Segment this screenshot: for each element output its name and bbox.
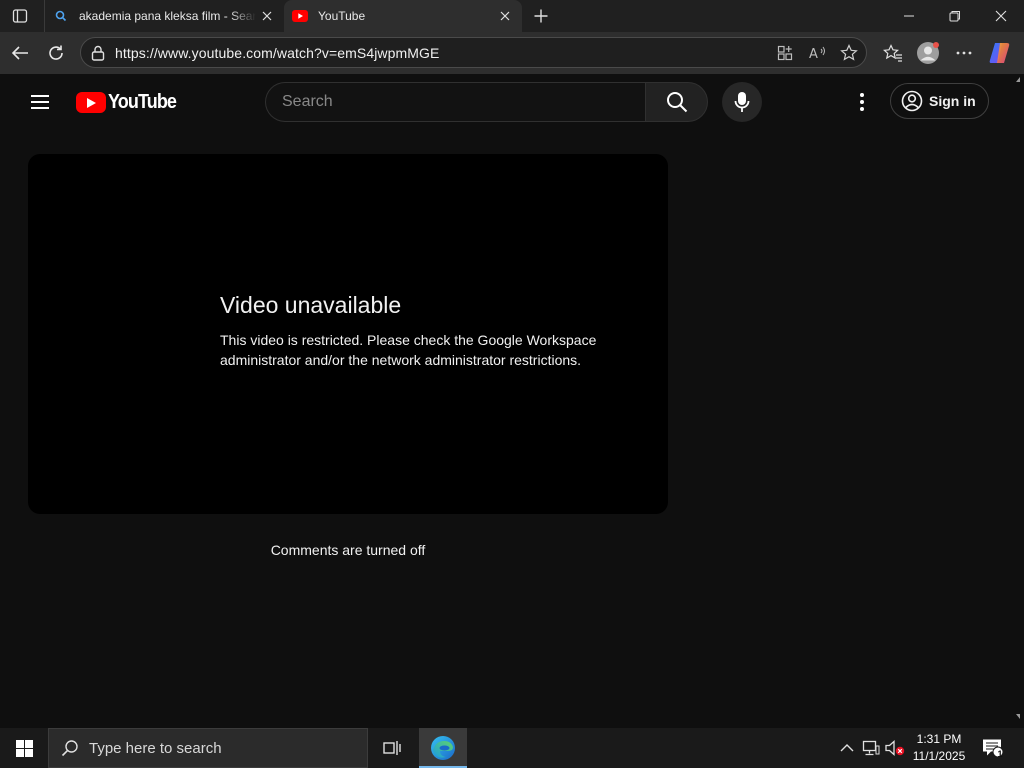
- profile-button[interactable]: [914, 39, 942, 67]
- show-hidden-icons-button[interactable]: [837, 738, 857, 758]
- guide-menu-button[interactable]: [26, 90, 54, 114]
- clock-date: 11/1/2025: [912, 749, 966, 763]
- settings-more-button[interactable]: [950, 39, 978, 67]
- task-view-button[interactable]: [370, 728, 414, 768]
- refresh-button[interactable]: [42, 39, 70, 67]
- notification-count: 1: [997, 749, 1003, 759]
- comments-status: Comments are turned off: [270, 542, 426, 558]
- more-horizontal-icon: [956, 51, 972, 55]
- lock-icon[interactable]: [89, 44, 107, 62]
- microphone-icon: [734, 92, 750, 112]
- tab-youtube[interactable]: YouTube: [284, 0, 522, 32]
- search-icon: [666, 92, 687, 113]
- voice-search-button[interactable]: [722, 82, 762, 122]
- more-vertical-icon: [860, 93, 864, 111]
- search-input[interactable]: [265, 82, 645, 122]
- video-unavailable-message: This video is restricted. Please check t…: [220, 332, 597, 368]
- search-box: [265, 82, 708, 122]
- search-icon: [61, 740, 78, 757]
- address-bar[interactable]: https://www.youtube.com/watch?v=emS4jwpm…: [80, 37, 867, 68]
- page-viewport: YouTube Search Sign in Video unavailable…: [4, 74, 1020, 724]
- windows-logo-icon: [15, 739, 33, 757]
- speaker-muted-icon: [885, 740, 905, 756]
- close-window-button[interactable]: [978, 0, 1024, 32]
- youtube-logo[interactable]: YouTube: [76, 91, 184, 114]
- search-button[interactable]: [645, 82, 708, 122]
- back-button[interactable]: [6, 39, 34, 67]
- profile-avatar-icon: [917, 42, 939, 64]
- notifications-button[interactable]: 1: [980, 736, 1006, 760]
- start-button[interactable]: [0, 728, 48, 768]
- taskbar-search-placeholder: Type here to search: [89, 739, 222, 757]
- taskbar-edge-app[interactable]: [419, 728, 467, 768]
- app-available-icon[interactable]: [775, 44, 795, 62]
- copilot-button[interactable]: [987, 39, 1015, 67]
- network-button[interactable]: [861, 738, 881, 758]
- favorite-star-icon[interactable]: [839, 44, 859, 62]
- youtube-play-logo-icon: [76, 92, 106, 113]
- tab-close-button[interactable]: [494, 5, 516, 27]
- sign-in-button[interactable]: Sign in: [890, 83, 989, 119]
- tab-close-button[interactable]: [256, 5, 278, 27]
- browser-tab-strip: akademia pana kleksa film - Search YouTu…: [0, 0, 1024, 32]
- taskbar-search-box[interactable]: Type here to search: [48, 728, 368, 768]
- svg-text:A: A: [809, 47, 818, 61]
- minimize-button[interactable]: [886, 0, 932, 32]
- clock-time: 1:31 PM: [916, 732, 962, 746]
- task-view-icon: [383, 741, 401, 755]
- volume-button[interactable]: [885, 738, 905, 758]
- read-aloud-icon[interactable]: A: [808, 44, 828, 62]
- minimize-icon: [904, 15, 914, 17]
- close-icon: [995, 10, 1007, 22]
- network-ethernet-icon: [862, 740, 880, 756]
- browser-toolbar: https://www.youtube.com/watch?v=emS4jwpm…: [0, 32, 1024, 74]
- search-icon: [53, 8, 69, 24]
- hamburger-menu-icon: [31, 95, 49, 109]
- restore-button[interactable]: [932, 0, 978, 32]
- tab-actions-icon: [12, 9, 28, 23]
- refresh-icon: [49, 45, 63, 60]
- tab-actions-button[interactable]: [8, 5, 32, 27]
- copilot-icon: [989, 43, 1010, 63]
- settings-menu-button[interactable]: [850, 90, 874, 114]
- taskbar-clock[interactable]: 1:31 PM 11/1/2025: [906, 731, 972, 765]
- favorites-button[interactable]: [879, 39, 907, 67]
- youtube-logo-text: YouTube: [108, 91, 177, 113]
- youtube-masthead: YouTube Search Sign in: [4, 74, 1020, 130]
- tab-title: YouTube: [318, 9, 366, 23]
- chevron-up-icon: [840, 744, 854, 752]
- close-icon: [500, 11, 510, 21]
- scroll-up-arrow-icon: [1016, 77, 1020, 82]
- restore-icon: [949, 11, 960, 22]
- scroll-down-arrow-icon: [1016, 714, 1020, 719]
- address-url: https://www.youtube.com/watch?v=emS4jwpm…: [115, 45, 440, 61]
- back-arrow-icon: [11, 46, 28, 60]
- new-tab-button[interactable]: [530, 5, 552, 27]
- plus-icon: [534, 9, 548, 23]
- sign-in-label: Sign in: [929, 93, 976, 109]
- edge-browser-icon: [431, 736, 455, 760]
- page-scrollbar[interactable]: [1016, 74, 1020, 724]
- video-unavailable-title: Video unavailable: [220, 292, 402, 318]
- windows-taskbar: Type here to search 1:31 PM 11/1/2025 1: [0, 728, 1024, 768]
- youtube-icon: [292, 8, 308, 24]
- close-icon: [262, 11, 272, 21]
- favorites-icon: [883, 44, 902, 62]
- account-circle-icon: [901, 90, 923, 112]
- tab-title: akademia pana kleksa film - Search: [79, 9, 256, 23]
- tab-search[interactable]: akademia pana kleksa film - Search: [44, 0, 284, 32]
- video-player[interactable]: Video unavailable This video is restrict…: [28, 154, 668, 514]
